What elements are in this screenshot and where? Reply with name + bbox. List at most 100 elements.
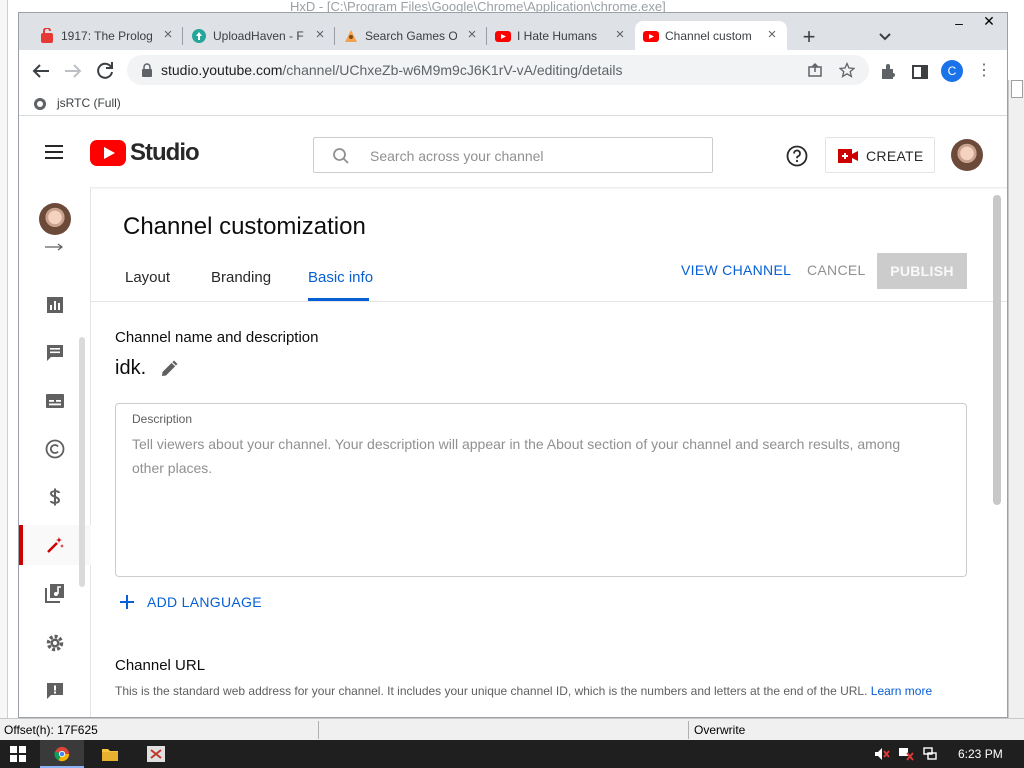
nav-analytics[interactable] xyxy=(19,285,91,325)
tab-1917[interactable]: 1917: The Prolog × xyxy=(31,21,183,50)
new-tab-button[interactable]: + xyxy=(797,26,821,50)
bookmarks-bar: jsRTC (Full) xyxy=(19,92,1007,116)
tab-channel-customization[interactable]: Channel custom × xyxy=(635,21,787,50)
feedback-icon xyxy=(47,683,63,699)
share-icon[interactable] xyxy=(807,62,823,78)
nav-feedback[interactable] xyxy=(19,671,91,711)
nav-settings[interactable] xyxy=(19,623,91,663)
volume-muted-icon[interactable] xyxy=(874,747,890,761)
studio-wordmark[interactable]: Studio xyxy=(130,139,200,167)
publish-button[interactable]: PUBLISH xyxy=(877,253,967,289)
description-placeholder: Tell viewers about your channel. Your de… xyxy=(132,436,901,476)
main-content: Channel customization Layout Branding Ba… xyxy=(91,187,1007,717)
sidenav-scrollbar[interactable] xyxy=(79,337,85,587)
magic-wand-icon xyxy=(47,537,64,553)
globe-icon xyxy=(34,98,46,110)
help-icon[interactable] xyxy=(786,145,808,167)
address-bar[interactable]: studio.youtube.com/channel/UChxeZb-w6M9m… xyxy=(127,55,869,85)
uploadhaven-icon xyxy=(192,29,206,43)
taskbar-clock[interactable]: 6:23 PM xyxy=(958,747,1003,761)
tab-branding[interactable]: Branding xyxy=(211,269,271,286)
hamburger-menu-icon[interactable] xyxy=(45,145,65,161)
bookmark-label: jsRTC (Full) xyxy=(57,96,121,110)
hex-editor-left-edge xyxy=(0,0,8,720)
description-label: Description xyxy=(132,412,193,426)
taskbar-chrome[interactable] xyxy=(40,740,84,768)
youtube-icon xyxy=(643,31,659,42)
offset-readout: Offset(h): 17F625 xyxy=(4,723,98,737)
edit-mode-indicator[interactable]: Overwrite xyxy=(694,723,745,737)
chevron-down-icon[interactable] xyxy=(875,27,895,47)
hex-editor-statusbar: Offset(h): 17F625 Overwrite xyxy=(0,718,1024,740)
page-title: Channel customization xyxy=(123,213,366,240)
copyright-icon xyxy=(45,439,65,459)
search-icon xyxy=(333,148,349,164)
cancel-button[interactable]: CANCEL xyxy=(807,262,866,278)
arrow-right-icon[interactable] xyxy=(45,243,65,251)
add-language-label: ADD LANGUAGE xyxy=(147,594,262,610)
account-avatar[interactable] xyxy=(951,139,983,171)
tab-uploadhaven[interactable]: UploadHaven - F × xyxy=(183,21,335,50)
profile-avatar[interactable]: C xyxy=(941,60,963,82)
tab-strip: 1917: The Prolog × UploadHaven - F × Sea… xyxy=(19,13,1007,50)
game-icon xyxy=(345,30,357,42)
youtube-icon xyxy=(495,31,511,42)
dollar-icon xyxy=(49,488,61,506)
section-description: This is the standard web address for you… xyxy=(115,681,965,701)
taskbar-hxd[interactable] xyxy=(134,740,178,768)
description-field[interactable]: Description Tell viewers about your chan… xyxy=(115,403,967,577)
youtube-logo-icon[interactable] xyxy=(90,140,126,166)
analytics-icon xyxy=(47,297,63,313)
tab-layout[interactable]: Layout xyxy=(125,269,170,286)
network-icon[interactable] xyxy=(922,747,938,761)
folder-icon xyxy=(102,749,118,761)
url-host: studio.youtube.com xyxy=(161,62,283,78)
forward-arrow-icon[interactable] xyxy=(61,59,85,83)
tab-label: 1917: The Prolog xyxy=(61,29,153,43)
reload-icon[interactable] xyxy=(93,59,117,83)
minimize-button[interactable]: – xyxy=(943,13,975,33)
studio-page: Studio Search across your channel CREATE xyxy=(19,117,1007,717)
back-arrow-icon[interactable] xyxy=(29,59,53,83)
learn-more-link[interactable]: Learn more xyxy=(871,684,932,698)
view-channel-button[interactable]: VIEW CHANNEL xyxy=(681,262,791,278)
subtitles-icon xyxy=(46,394,64,408)
tab-label: I Hate Humans xyxy=(517,29,598,43)
channel-avatar[interactable] xyxy=(39,203,71,235)
url-text[interactable]: studio.youtube.com/channel/UChxeZb-w6M9m… xyxy=(161,62,622,78)
close-icon[interactable]: × xyxy=(463,26,481,44)
lock-icon[interactable] xyxy=(141,63,153,77)
close-icon[interactable]: × xyxy=(611,26,629,44)
channel-name: idk. xyxy=(115,357,147,379)
hex-editor-scrollbar[interactable] xyxy=(1008,80,1024,720)
create-button[interactable]: CREATE xyxy=(825,137,935,173)
search-placeholder: Search across your channel xyxy=(370,148,544,164)
windows-start-icon[interactable] xyxy=(10,746,26,762)
comments-icon xyxy=(47,345,63,361)
network-disconnected-icon[interactable] xyxy=(898,747,914,761)
hex-editor-scroll-thumb[interactable] xyxy=(1011,80,1023,98)
section-heading: Channel URL xyxy=(115,657,206,674)
extensions-icon[interactable] xyxy=(879,63,897,81)
pencil-icon[interactable] xyxy=(159,357,181,379)
divider xyxy=(91,301,1007,302)
menu-icon[interactable]: ⋮ xyxy=(975,62,993,80)
status-separator xyxy=(688,721,689,739)
create-label: CREATE xyxy=(866,148,924,164)
tab-label: Channel custom xyxy=(665,29,752,43)
tab-i-hate-humans[interactable]: I Hate Humans × xyxy=(487,21,635,50)
star-icon[interactable] xyxy=(839,62,855,78)
video-camera-icon xyxy=(838,149,858,163)
close-window-button[interactable]: ✕ xyxy=(973,13,1005,31)
audio-library-icon xyxy=(45,584,64,603)
close-icon[interactable]: × xyxy=(159,26,177,44)
tab-basic-info[interactable]: Basic info xyxy=(308,269,373,286)
search-input[interactable]: Search across your channel xyxy=(313,137,713,173)
taskbar-file-explorer[interactable] xyxy=(88,740,132,768)
tab-search-games[interactable]: Search Games O × xyxy=(335,21,487,50)
close-icon[interactable]: × xyxy=(763,26,781,44)
tab-label: UploadHaven - F xyxy=(213,29,304,43)
side-panel-icon[interactable] xyxy=(911,63,929,81)
main-scrollbar[interactable] xyxy=(993,195,1001,505)
close-icon[interactable]: × xyxy=(311,26,329,44)
